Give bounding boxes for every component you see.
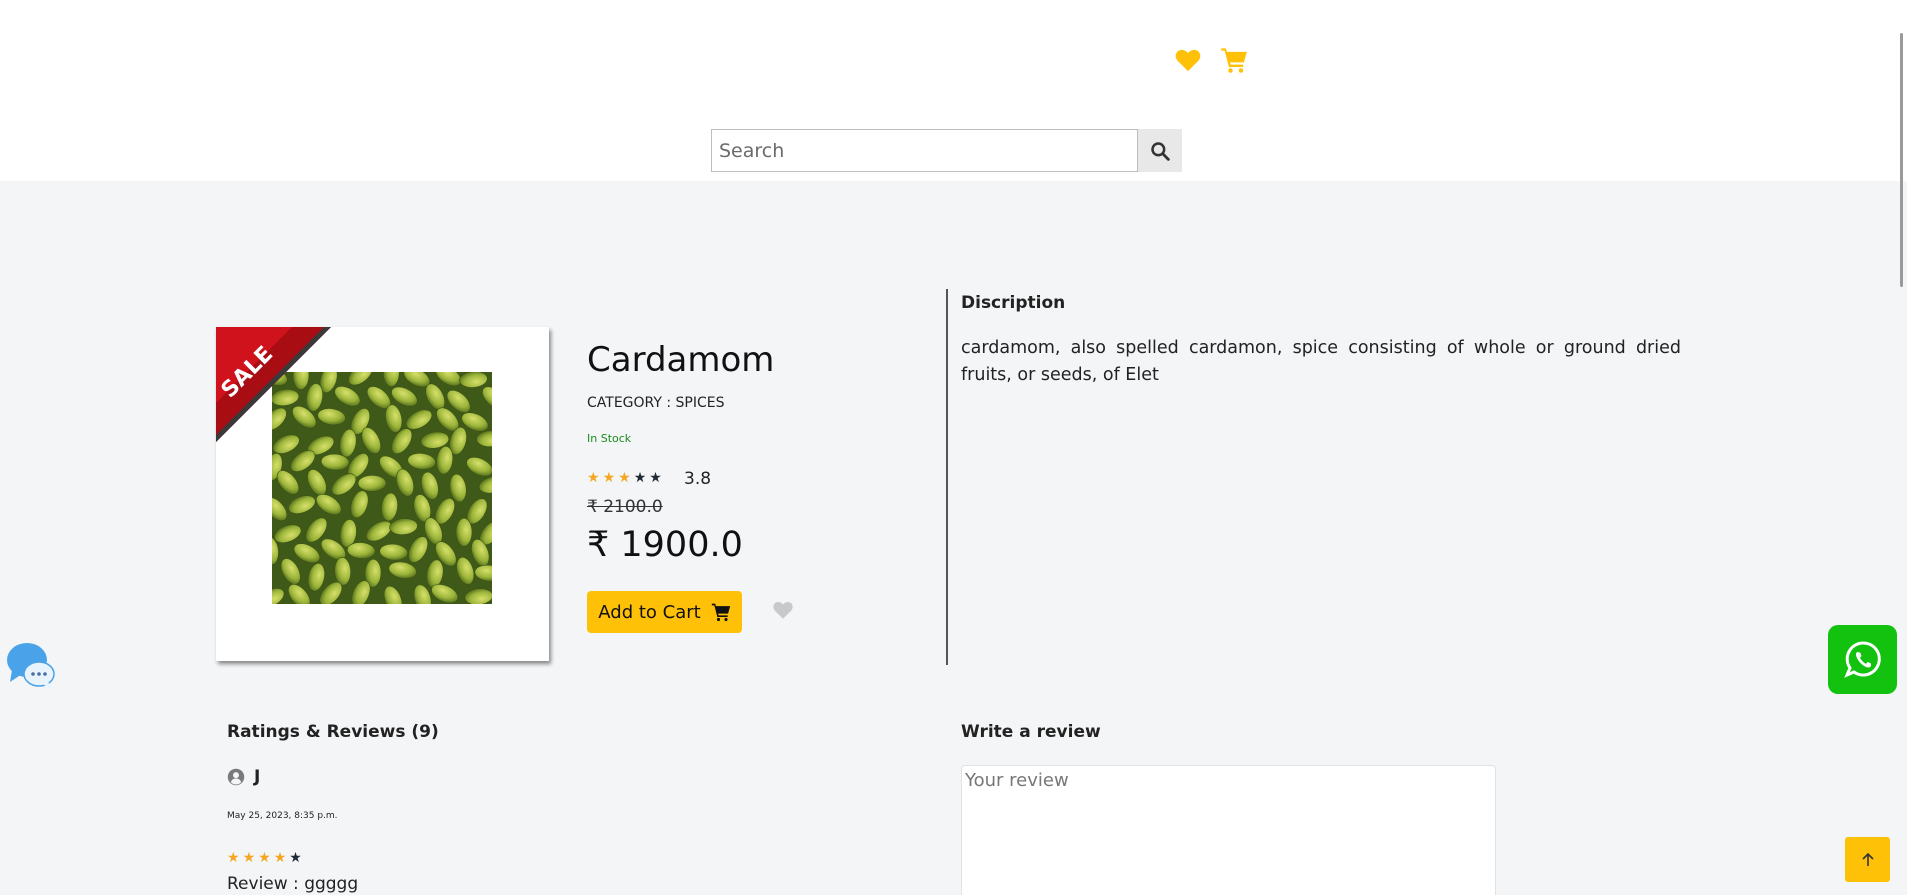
review-text: Review : ggggg [227,874,359,894]
star-empty-icon: ★ [289,850,302,866]
sale-ribbon: SALE [216,327,331,442]
reviewer-name: J [254,767,261,787]
whatsapp-button[interactable] [1828,625,1897,694]
star-filled-icon: ★ [242,850,256,866]
star-empty-icon: ★ [633,470,647,486]
search-bar [711,129,1182,172]
star-filled-icon: ★ [227,850,240,866]
old-price: ₹ 2100.0 [587,497,663,517]
back-to-top-button[interactable] [1845,837,1890,882]
search-input[interactable] [711,129,1138,172]
description-text: cardamom, also spelled cardamon, spice c… [961,338,1681,385]
page-scrollbar[interactable] [1900,33,1903,287]
review-rating-stars: ★ ★ ★ ★ ★ [227,851,302,865]
header [0,0,1907,181]
description-title: Discription [961,293,1066,313]
review-date: May 25, 2023, 8:35 p.m. [227,811,338,821]
arrow-up-icon [1861,852,1874,866]
product-rating-value: 3.8 [684,469,712,489]
chat-bubble-icon[interactable] [6,640,56,690]
stock-status: In Stock [587,432,632,445]
user-circle-icon [227,768,245,786]
reviewer: J [227,767,260,787]
current-price: ₹ 1900.0 [587,525,743,565]
star-filled-icon: ★ [618,470,631,486]
product-category: CATEGORY : SPICES [587,395,725,411]
search-icon [1151,141,1170,161]
add-to-wishlist-heart-icon[interactable] [772,599,794,621]
star-filled-icon: ★ [602,470,616,486]
whatsapp-icon [1843,640,1881,678]
star-filled-icon: ★ [587,470,600,486]
star-empty-icon: ★ [649,470,662,486]
star-filled-icon: ★ [258,850,271,866]
cart-icon [711,603,730,622]
heart-icon[interactable] [1174,46,1202,74]
product-image-card: SALE [216,327,549,661]
add-to-cart-button[interactable]: Add to Cart [587,591,742,633]
cart-icon[interactable] [1220,46,1248,74]
star-filled-icon: ★ [273,850,287,866]
search-button[interactable] [1138,129,1182,172]
review-textarea[interactable] [961,765,1496,895]
product-rating-stars: ★ ★ ★ ★ ★ [587,471,662,485]
vertical-divider [946,289,948,665]
add-to-cart-label: Add to Cart [598,601,701,623]
write-review-title: Write a review [961,722,1101,742]
reviews-title: Ratings & Reviews (9) [227,722,439,742]
product-title: Cardamom [587,340,775,380]
